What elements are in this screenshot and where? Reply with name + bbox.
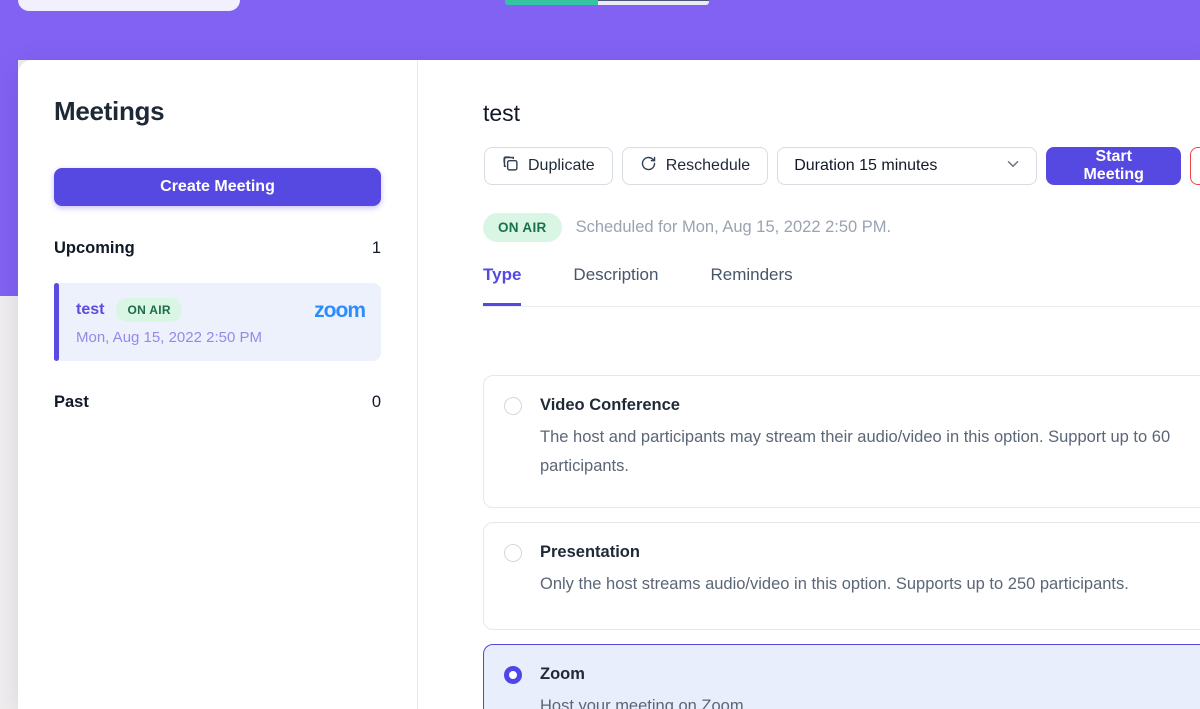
start-meeting-button[interactable]: Start Meeting	[1046, 147, 1181, 185]
meeting-list-item[interactable]: test ON AIR zoom Mon, Aug 15, 2022 2:50 …	[54, 283, 381, 361]
radio-unselected-icon[interactable]	[504, 397, 522, 415]
option-zoom[interactable]: Zoom Host your meeting on Zoom	[483, 644, 1200, 709]
upcoming-label: Upcoming	[54, 239, 135, 258]
scheduled-text: Scheduled for Mon, Aug 15, 2022 2:50 PM.	[576, 218, 892, 237]
delete-button-cutoff[interactable]	[1190, 147, 1200, 185]
option-video-conference[interactable]: Video Conference The host and participan…	[483, 375, 1200, 508]
sidebar-title: Meetings	[54, 96, 164, 127]
option-description: The host and participants may stream the…	[540, 423, 1200, 481]
option-description: Host your meeting on Zoom	[540, 692, 1200, 709]
refresh-icon	[640, 155, 657, 177]
past-label: Past	[54, 393, 89, 412]
progress-rest-segment	[598, 0, 709, 5]
on-air-badge: ON AIR	[483, 213, 562, 242]
meeting-item-datetime: Mon, Aug 15, 2022 2:50 PM	[76, 329, 262, 346]
meeting-title: test	[483, 100, 520, 127]
radio-selected-icon[interactable]	[504, 666, 522, 684]
radio-unselected-icon[interactable]	[504, 544, 522, 562]
selected-accent-bar	[54, 283, 59, 361]
app-window: Meetings Create Meeting Upcoming 1 test …	[0, 0, 1200, 709]
option-title: Video Conference	[540, 396, 680, 415]
purple-left-strip	[0, 60, 18, 296]
tab-reminders[interactable]: Reminders	[710, 265, 792, 306]
detail-tabs: Type Description Reminders	[483, 265, 1200, 307]
upcoming-section-header[interactable]: Upcoming 1	[54, 239, 381, 258]
tab-description[interactable]: Description	[573, 265, 658, 306]
browser-chrome-pill	[18, 0, 240, 11]
meeting-item-title: test	[76, 301, 104, 319]
duration-select[interactable]: Duration 15 minutes	[777, 147, 1037, 185]
reschedule-button[interactable]: Reschedule	[622, 147, 769, 185]
meeting-type-options: Video Conference The host and participan…	[483, 375, 1200, 709]
meeting-item-on-air-badge: ON AIR	[116, 298, 181, 322]
duplicate-label: Duplicate	[528, 157, 595, 175]
tab-type[interactable]: Type	[483, 265, 521, 306]
duplicate-button[interactable]: Duplicate	[484, 147, 613, 185]
option-title: Zoom	[540, 665, 585, 684]
past-count: 0	[372, 393, 381, 412]
option-presentation[interactable]: Presentation Only the host streams audio…	[483, 522, 1200, 630]
reschedule-label: Reschedule	[666, 157, 751, 175]
status-row: ON AIR Scheduled for Mon, Aug 15, 2022 2…	[483, 213, 891, 242]
meetings-sidebar: Meetings Create Meeting Upcoming 1 test …	[18, 60, 418, 709]
upcoming-count: 1	[372, 239, 381, 258]
option-description: Only the host streams audio/video in thi…	[540, 570, 1200, 599]
option-title: Presentation	[540, 543, 640, 562]
copy-icon	[502, 155, 519, 177]
chevron-down-icon	[1004, 155, 1022, 178]
main-card: Meetings Create Meeting Upcoming 1 test …	[18, 60, 1200, 709]
top-progress-bar	[505, 0, 709, 5]
meeting-detail-panel: test Duplicate Reschedule Duration 15 mi…	[419, 60, 1200, 709]
create-meeting-button[interactable]: Create Meeting	[54, 168, 381, 206]
duration-value: Duration 15 minutes	[794, 157, 937, 175]
progress-done-segment	[505, 0, 598, 5]
past-section-header[interactable]: Past 0	[54, 393, 381, 412]
action-toolbar: Duplicate Reschedule Duration 15 minutes…	[484, 147, 1200, 185]
zoom-logo: zoom	[314, 300, 365, 321]
